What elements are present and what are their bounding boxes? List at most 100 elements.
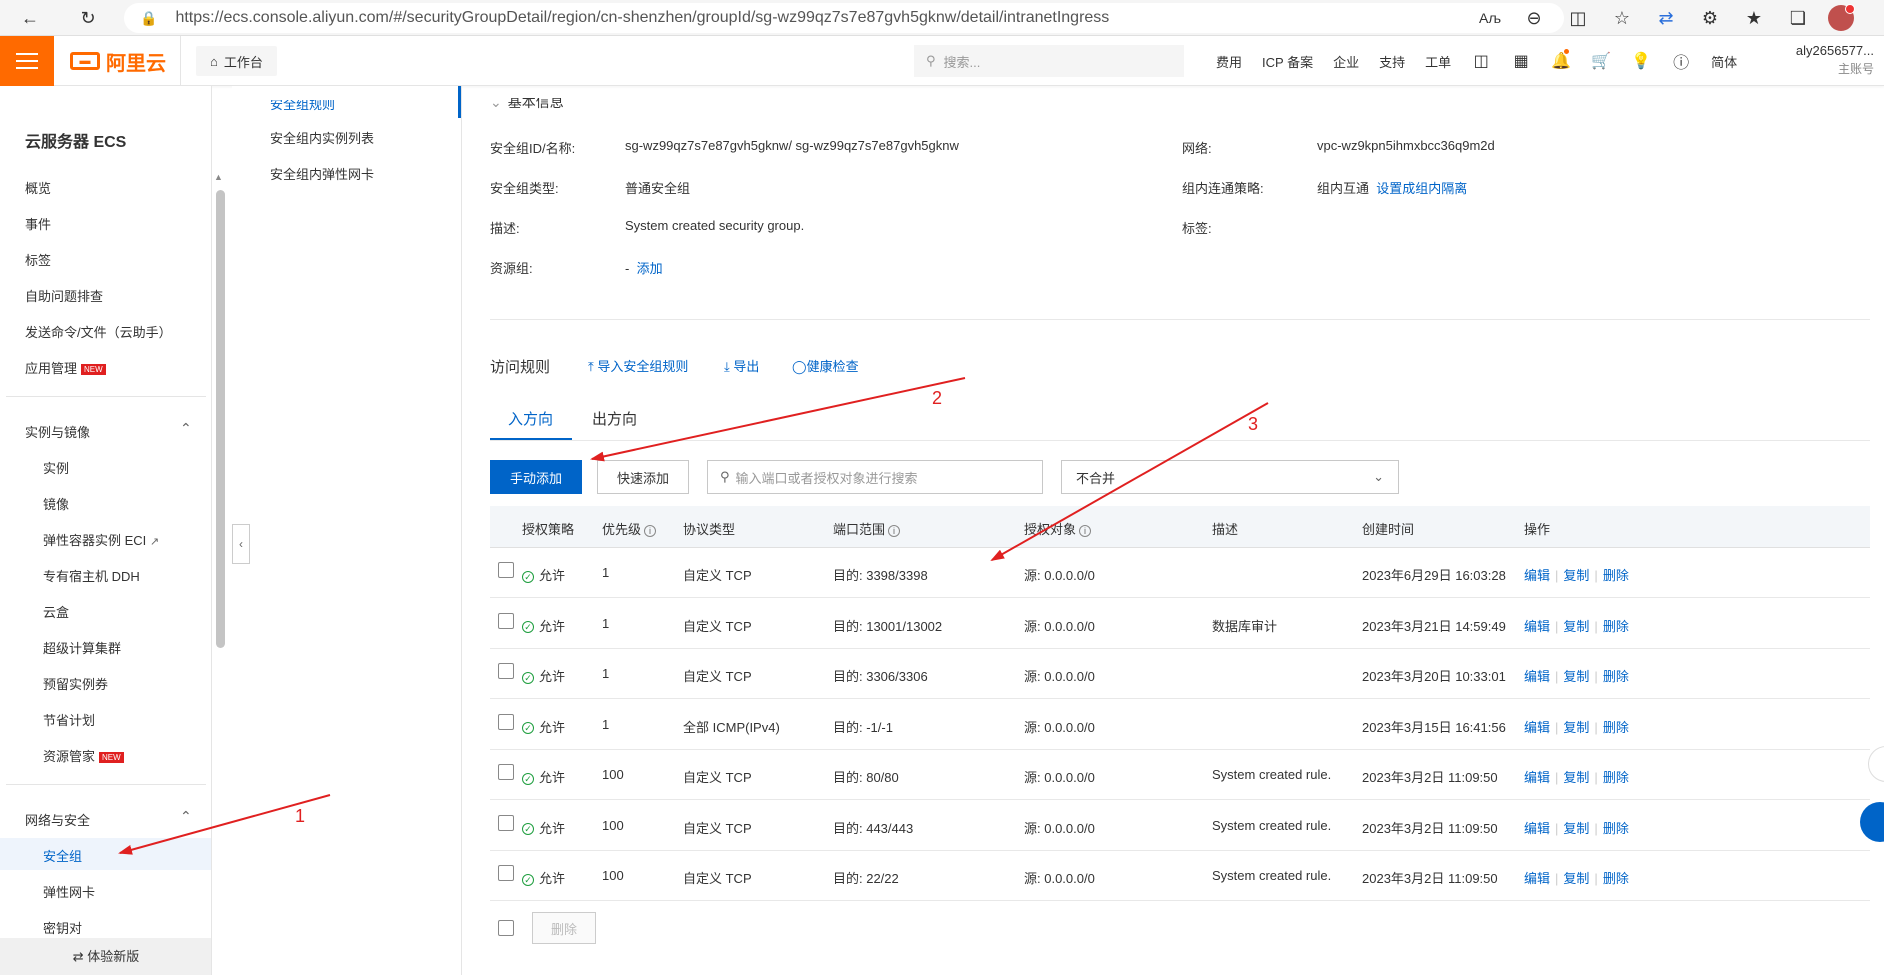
chevron-up-icon[interactable]: ⌃ bbox=[180, 808, 192, 825]
favorite-star-icon[interactable]: ☆ bbox=[1608, 0, 1636, 36]
sidebar-item-security-group[interactable]: 安全组 bbox=[43, 846, 82, 865]
row-checkbox[interactable] bbox=[498, 865, 514, 881]
tab-inbound[interactable]: 入方向 bbox=[508, 408, 553, 429]
info-icon[interactable]: i bbox=[1079, 524, 1092, 537]
add-resource-group-link[interactable]: 添加 bbox=[637, 261, 663, 276]
global-search-input[interactable]: ⚲ 搜索... bbox=[914, 45, 1184, 77]
nav-link-support[interactable]: 支持 bbox=[1369, 52, 1415, 71]
export-link[interactable]: ⤓ 导出 bbox=[724, 356, 759, 375]
sync-icon[interactable]: ⇄ bbox=[1652, 0, 1680, 36]
zoom-out-icon[interactable]: ⊖ bbox=[1520, 0, 1548, 36]
sidebar-item-tags[interactable]: 标签 bbox=[25, 250, 51, 269]
import-rules-link[interactable]: ⤒ 导入安全组规则 bbox=[588, 356, 688, 375]
floating-help-button[interactable] bbox=[1868, 746, 1884, 782]
chevron-up-icon[interactable]: ⌃ bbox=[180, 420, 192, 437]
try-new-version-button[interactable]: ⇄ 体验新版 bbox=[0, 938, 211, 975]
address-bar[interactable]: 🔒 https://ecs.console.aliyun.com/#/secur… bbox=[124, 3, 1564, 33]
language-switch[interactable]: 简体 bbox=[1701, 52, 1747, 71]
subnav-item-rules[interactable]: 安全组规则 bbox=[270, 100, 335, 113]
help-icon[interactable]: ⓘ bbox=[1661, 49, 1701, 73]
copy-rule-link[interactable]: 复制 bbox=[1563, 669, 1589, 684]
cart-icon[interactable]: 🛒 bbox=[1581, 51, 1621, 71]
sidebar-scrollbar[interactable] bbox=[216, 190, 225, 648]
copy-rule-link[interactable]: 复制 bbox=[1563, 720, 1589, 735]
copy-rule-link[interactable]: 复制 bbox=[1563, 568, 1589, 583]
set-isolation-link[interactable]: 设置成组内隔离 bbox=[1376, 181, 1467, 196]
subnav-item-instances[interactable]: 安全组内实例列表 bbox=[270, 128, 374, 147]
edit-rule-link[interactable]: 编辑 bbox=[1524, 720, 1550, 735]
aliyun-logo[interactable]: ▬ 阿里云 bbox=[70, 48, 166, 75]
row-checkbox[interactable] bbox=[498, 663, 514, 679]
sidebar-item-savings[interactable]: 节省计划 bbox=[43, 710, 95, 729]
copy-rule-link[interactable]: 复制 bbox=[1563, 821, 1589, 836]
row-checkbox[interactable] bbox=[498, 764, 514, 780]
info-icon[interactable]: i bbox=[888, 524, 901, 537]
menu-icon[interactable] bbox=[0, 36, 54, 86]
select-all-checkbox[interactable] bbox=[498, 920, 514, 936]
sidebar-item-scc[interactable]: 超级计算集群 bbox=[43, 638, 121, 657]
delete-rule-link[interactable]: 删除 bbox=[1603, 619, 1629, 634]
sidebar-item-instance[interactable]: 实例 bbox=[43, 458, 69, 477]
lightbulb-icon[interactable]: 💡 bbox=[1621, 51, 1661, 71]
edit-rule-link[interactable]: 编辑 bbox=[1524, 619, 1550, 634]
rule-search-input[interactable]: ⚲ 输入端口或者授权对象进行搜索 bbox=[707, 460, 1043, 494]
delete-rule-link[interactable]: 删除 bbox=[1603, 669, 1629, 684]
account-menu[interactable]: aly2656577... 主账号 bbox=[1774, 42, 1874, 78]
sidebar-item-app-management[interactable]: 应用管理 NEW bbox=[25, 358, 106, 377]
collections-icon[interactable]: ❏ bbox=[1784, 0, 1812, 36]
row-checkbox[interactable] bbox=[498, 612, 514, 629]
edit-rule-link[interactable]: 编辑 bbox=[1524, 821, 1550, 836]
merge-select[interactable]: 不合并 ⌄ bbox=[1061, 460, 1399, 494]
nav-link-enterprise[interactable]: 企业 bbox=[1323, 52, 1369, 71]
row-checkbox[interactable] bbox=[498, 814, 514, 831]
edit-rule-link[interactable]: 编辑 bbox=[1524, 770, 1550, 785]
split-screen-icon[interactable]: ◫ bbox=[1564, 0, 1592, 36]
delete-rule-link[interactable]: 删除 bbox=[1603, 770, 1629, 785]
sidebar-item-troubleshoot[interactable]: 自助问题排查 bbox=[25, 286, 103, 305]
ai-assistant-icon[interactable]: ◫ bbox=[1461, 51, 1501, 71]
nav-link-icp[interactable]: ICP 备案 bbox=[1252, 52, 1323, 71]
sidebar-item-eni[interactable]: 弹性网卡 bbox=[43, 882, 95, 901]
info-icon[interactable]: i bbox=[644, 524, 657, 537]
sidebar-item-cloud-assistant[interactable]: 发送命令/文件（云助手） bbox=[25, 322, 172, 341]
read-aloud-icon[interactable]: Aљ bbox=[1476, 0, 1504, 36]
profile-avatar[interactable] bbox=[1828, 4, 1855, 31]
sidebar-item-reserved[interactable]: 预留实例券 bbox=[43, 674, 108, 693]
sidebar-group-network[interactable]: 网络与安全 bbox=[25, 810, 90, 829]
workbench-button[interactable]: ⌂ 工作台 bbox=[196, 46, 277, 76]
sidebar-item-ddh[interactable]: 专有宿主机 DDH bbox=[43, 566, 140, 585]
edit-rule-link[interactable]: 编辑 bbox=[1524, 871, 1550, 886]
manual-add-button[interactable]: 手动添加 bbox=[490, 460, 582, 494]
notification-bell-icon[interactable]: 🔔 bbox=[1541, 49, 1581, 71]
terminal-icon[interactable]: ▦ bbox=[1501, 51, 1541, 71]
copy-rule-link[interactable]: 复制 bbox=[1563, 770, 1589, 785]
delete-rule-link[interactable]: 删除 bbox=[1603, 871, 1629, 886]
copy-rule-link[interactable]: 复制 bbox=[1563, 871, 1589, 886]
copy-rule-link[interactable]: 复制 bbox=[1563, 619, 1589, 634]
subnav-item-enis[interactable]: 安全组内弹性网卡 bbox=[270, 164, 374, 183]
sidebar-item-overview[interactable]: 概览 bbox=[25, 178, 51, 197]
edit-rule-link[interactable]: 编辑 bbox=[1524, 669, 1550, 684]
sidebar-item-resource-manager[interactable]: 资源管家 NEW bbox=[43, 746, 124, 765]
nav-link-ticket[interactable]: 工单 bbox=[1415, 52, 1461, 71]
favorites-icon[interactable]: ★ bbox=[1740, 0, 1768, 36]
quick-add-button[interactable]: 快速添加 bbox=[597, 460, 689, 494]
sidebar-group-instances[interactable]: 实例与镜像 bbox=[25, 422, 90, 441]
edit-rule-link[interactable]: 编辑 bbox=[1524, 568, 1550, 583]
back-icon[interactable]: ← bbox=[12, 0, 48, 36]
sidebar-item-cloudbox[interactable]: 云盒 bbox=[43, 602, 69, 621]
extensions-icon[interactable]: ⚙ bbox=[1696, 0, 1724, 36]
sidebar-item-image[interactable]: 镜像 bbox=[43, 494, 69, 513]
row-checkbox[interactable] bbox=[498, 713, 514, 730]
sidebar-item-events[interactable]: 事件 bbox=[25, 214, 51, 233]
delete-rule-link[interactable]: 删除 bbox=[1603, 720, 1629, 735]
tab-outbound[interactable]: 出方向 bbox=[592, 408, 637, 429]
batch-delete-button[interactable]: 删除 bbox=[532, 912, 596, 944]
nav-link-fees[interactable]: 费用 bbox=[1206, 52, 1252, 71]
basic-info-heading[interactable]: ⌄ 基本信息 bbox=[490, 98, 564, 112]
collapse-sidebar-button[interactable]: ‹ bbox=[232, 524, 250, 564]
sidebar-item-eci[interactable]: 弹性容器实例 ECI ↗ bbox=[43, 530, 159, 549]
sidebar-item-keypair[interactable]: 密钥对 bbox=[43, 918, 82, 937]
delete-rule-link[interactable]: 删除 bbox=[1603, 568, 1629, 583]
refresh-icon[interactable]: ↻ bbox=[70, 0, 106, 36]
